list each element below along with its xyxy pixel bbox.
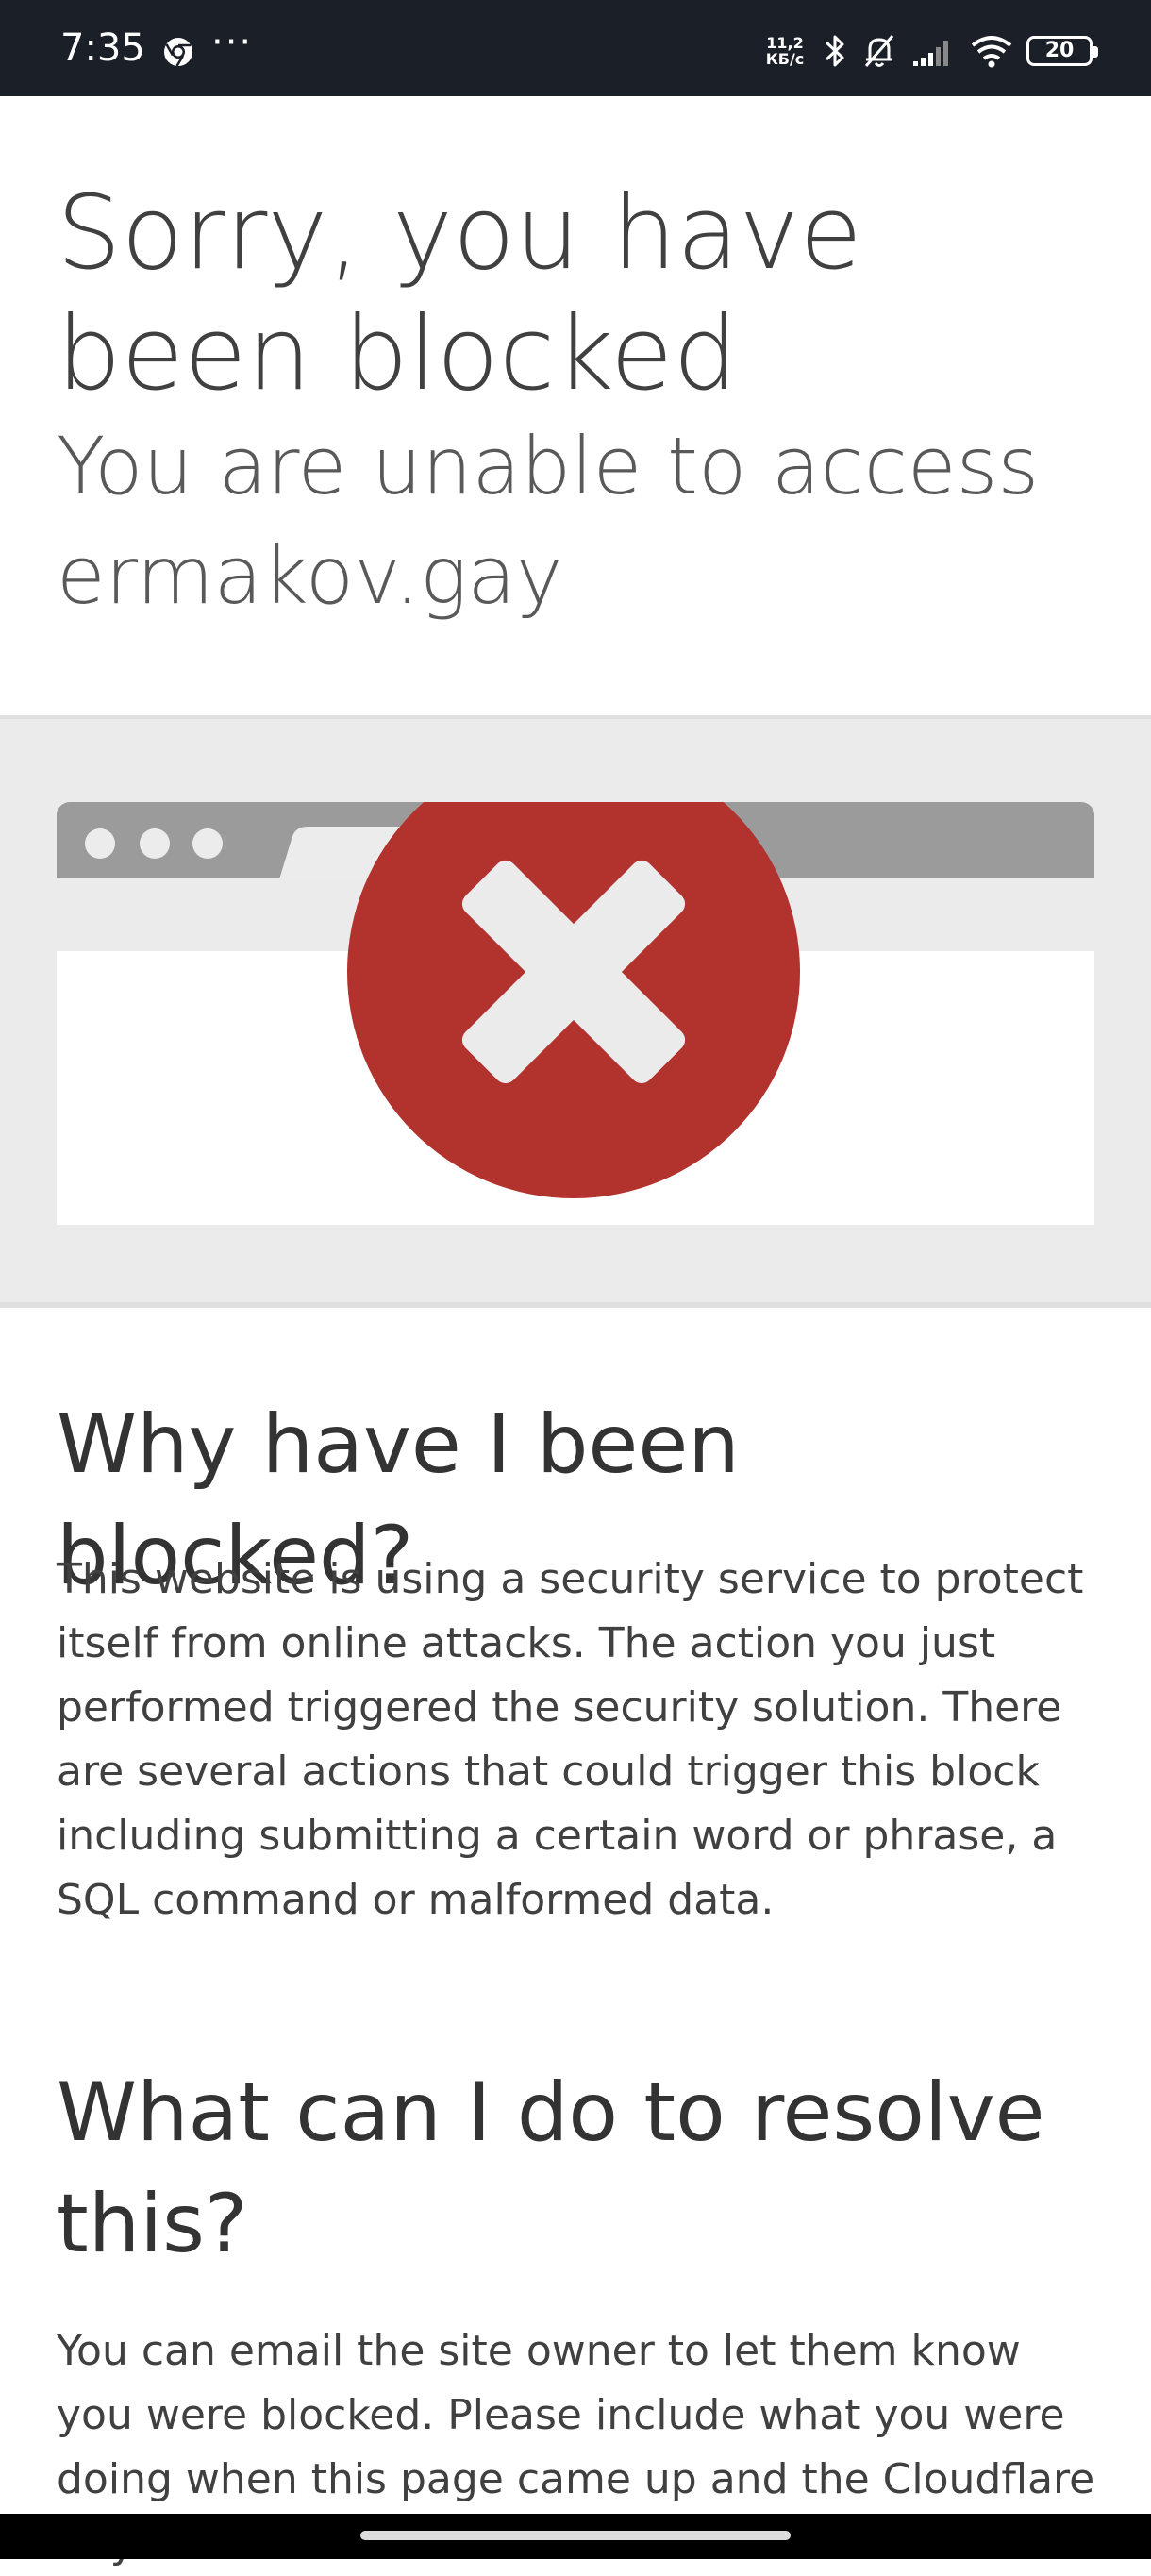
signal-icon — [913, 41, 948, 66]
section-resolve-heading: What can I do to resolve this? — [57, 2066, 1045, 2271]
status-bar: 7:35 ··· 11,2 КБ/с 20 — [0, 0, 1151, 96]
page-title: Sorry, you have been blocked — [57, 175, 862, 413]
page-subtitle: You are unable to access ermakov.gay — [57, 420, 1040, 622]
gesture-handle[interactable] — [360, 2531, 791, 2540]
chrome-icon — [164, 38, 192, 67]
blocked-illustration — [57, 802, 1094, 1225]
network-speed-value: 11,2 — [766, 34, 804, 52]
status-more-icon: ··· — [211, 21, 254, 64]
window-dot — [85, 828, 115, 859]
network-speed: 11,2 КБ/с — [760, 35, 809, 67]
bluetooth-icon — [825, 35, 844, 67]
network-speed-unit: КБ/с — [765, 50, 805, 68]
status-indicators: 11,2 КБ/с 20 — [760, 32, 1098, 70]
system-navigation-bar — [0, 2514, 1151, 2559]
wifi-icon — [971, 36, 1012, 68]
window-dot — [192, 828, 223, 859]
window-dot — [140, 828, 170, 859]
status-time: 7:35 — [60, 26, 145, 70]
battery-indicator: 20 — [1026, 36, 1098, 66]
bell-off-icon — [864, 35, 894, 67]
section-why-text: This website is using a security service… — [57, 1555, 1084, 1924]
